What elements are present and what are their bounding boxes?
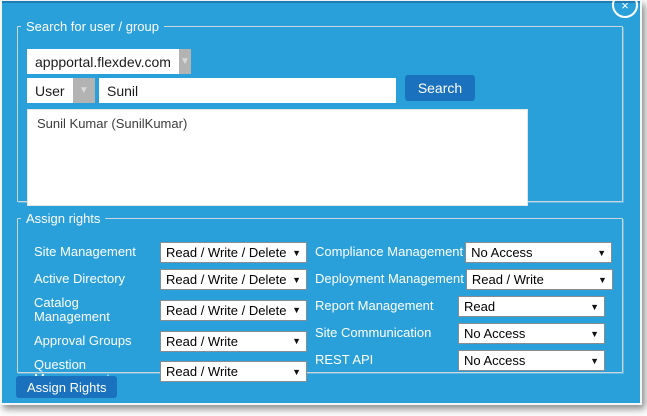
select-value: Read / Write [467,272,544,287]
approval-groups-select[interactable]: Read / Write ▼ [160,331,307,352]
search-results-listbox[interactable]: Sunil Kumar (SunilKumar) [27,109,528,206]
select-value: Read / Write [161,364,238,379]
chevron-down-icon: ▼ [292,367,306,377]
select-value: No Access [459,326,525,341]
chevron-down-icon: ▼ [292,275,306,285]
search-button[interactable]: Search [405,75,475,101]
report-management-select[interactable]: Read ▼ [458,296,605,317]
rights-label: Site Management [34,245,160,259]
select-value: Read / Write [161,334,238,349]
chevron-down-icon: ▼ [180,56,190,67]
chevron-down-icon: ▼ [590,356,604,366]
rights-label: Deployment Management [315,272,466,286]
assign-rights-dialog: × Search for user / group appportal.flex… [0,0,642,405]
rights-row: Catalog Management Read / Write / Delete… [34,296,313,325]
close-button[interactable]: × [612,0,638,18]
assign-rights-group: Assign rights Site Management Read / Wri… [17,211,623,373]
rights-label: Approval Groups [34,334,160,348]
rights-label: Site Communication [315,326,458,340]
catalog-management-select[interactable]: Read / Write / Delete ▼ [160,300,307,321]
question-management-select[interactable]: Read / Write ▼ [160,361,307,382]
select-value: No Access [459,353,525,368]
rights-row: Site Communication No Access ▼ [315,323,608,344]
search-group: Search for user / group appportal.flexde… [17,19,623,202]
rights-row: Report Management Read ▼ [315,296,608,317]
chevron-down-icon: ▼ [597,248,611,258]
chevron-down-icon: ▼ [590,302,604,312]
select-value: Read / Write / Delete [161,272,286,287]
chevron-down-icon: ▼ [590,329,604,339]
rights-row: Site Management Read / Write / Delete ▼ [34,242,313,263]
list-item[interactable]: Sunil Kumar (SunilKumar) [28,110,527,137]
site-management-select[interactable]: Read / Write / Delete ▼ [160,242,307,263]
rights-label: Report Management [315,299,458,313]
rights-row: Compliance Management No Access ▼ [315,242,608,263]
rights-row: Approval Groups Read / Write ▼ [34,331,313,352]
search-input[interactable] [99,78,396,103]
select-value: Read / Write / Delete [161,245,286,260]
screen: × Search for user / group appportal.flex… [0,0,647,416]
site-communication-select[interactable]: No Access ▼ [458,323,605,344]
chevron-down-icon: ▼ [292,336,306,346]
rest-api-select[interactable]: No Access ▼ [458,350,605,371]
chevron-down-icon: ▼ [598,275,612,285]
active-directory-select[interactable]: Read / Write / Delete ▼ [160,269,307,290]
domain-combobox-value: appportal.flexdev.com [27,49,179,74]
domain-combobox[interactable]: appportal.flexdev.com ▼ [27,49,191,74]
compliance-management-select[interactable]: No Access ▼ [465,242,612,263]
rights-label: Active Directory [34,272,160,286]
rights-column-right: Compliance Management No Access ▼ Deploy… [315,242,608,377]
chevron-down-icon: ▼ [292,305,306,315]
rights-label: Compliance Management [315,245,465,259]
search-type-combobox-value: User [27,78,73,103]
chevron-down-icon: ▼ [292,248,306,258]
close-icon: × [621,0,629,12]
search-type-combobox[interactable]: User ▼ [27,78,95,103]
assign-rights-button[interactable]: Assign Rights [16,376,117,398]
assign-rights-group-title: Assign rights [21,211,105,226]
deployment-management-select[interactable]: Read / Write ▼ [466,269,613,290]
rights-row: Active Directory Read / Write / Delete ▼ [34,269,313,290]
rights-row: REST API No Access ▼ [315,350,608,371]
search-type-dropdown-button[interactable]: ▼ [73,78,95,103]
chevron-down-icon: ▼ [79,85,89,96]
domain-combobox-dropdown-button[interactable]: ▼ [179,49,191,74]
rights-column-left: Site Management Read / Write / Delete ▼ … [34,242,313,392]
select-value: Read / Write / Delete [161,303,286,318]
rights-row: Deployment Management Read / Write ▼ [315,269,608,290]
rights-label: Catalog Management [34,296,160,325]
select-value: Read [459,299,495,314]
search-group-title: Search for user / group [21,19,164,34]
select-value: No Access [466,245,532,260]
rights-label: REST API [315,353,458,367]
